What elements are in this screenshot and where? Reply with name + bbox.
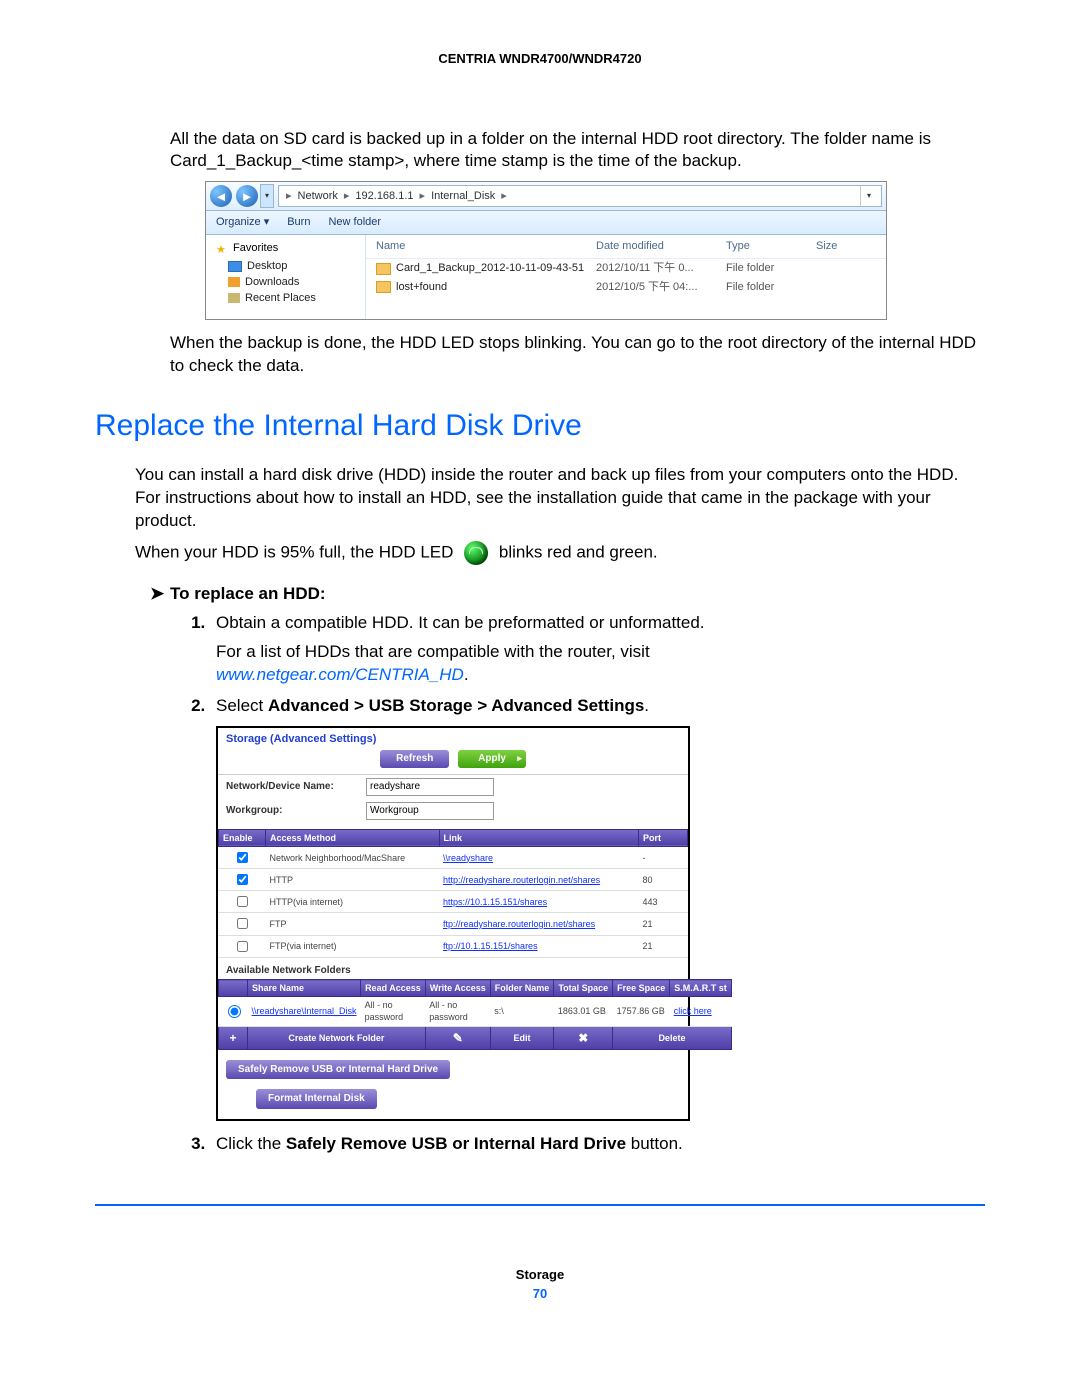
file-row[interactable]: Card_1_Backup_2012-10-11-09-43-51 2012/1…: [366, 259, 886, 278]
delete-icon[interactable]: ✖: [554, 1026, 613, 1049]
favorites-label: Favorites: [233, 241, 278, 256]
recent-icon: [228, 293, 240, 303]
edit-icon[interactable]: ✎: [425, 1026, 490, 1049]
page-header: CENTRIA WNDR4700/WNDR4720: [95, 50, 985, 68]
format-disk-button[interactable]: Format Internal Disk: [256, 1089, 377, 1109]
address-bar[interactable]: ▸ Network▸ 192.168.1.1▸ Internal_Disk▸ ▾: [278, 185, 882, 207]
table-row: FTP(via internet) ftp://10.1.15.151/shar…: [219, 935, 688, 957]
enable-checkbox[interactable]: [237, 918, 248, 929]
smart-link[interactable]: click here: [674, 1006, 712, 1016]
star-icon: ★: [216, 243, 229, 255]
access-methods-table: Enable Access Method Link Port Network N…: [218, 829, 688, 958]
edit-button[interactable]: Edit: [490, 1026, 554, 1049]
organize-menu[interactable]: Organize ▾: [216, 215, 269, 230]
available-folders-title: Available Network Folders: [218, 958, 688, 980]
step-1: Obtain a compatible HDD. It can be prefo…: [210, 612, 985, 687]
hdd-led-icon: [464, 541, 488, 565]
desktop-icon: [228, 261, 242, 272]
breadcrumb[interactable]: Network: [298, 189, 338, 204]
page-number: 70: [95, 1285, 985, 1303]
create-folder-button[interactable]: Create Network Folder: [248, 1026, 426, 1049]
apply-button[interactable]: Apply: [458, 750, 526, 768]
section-heading: Replace the Internal Hard Disk Drive: [95, 406, 985, 447]
explorer-sidebar: ★ Favorites Desktop Downloads Recent Plac…: [206, 235, 366, 318]
router-settings-screenshot: Storage (Advanced Settings) Refresh Appl…: [216, 726, 690, 1121]
share-path-link[interactable]: \\readyshare\Internal_Disk: [252, 1006, 357, 1016]
devname-input[interactable]: [366, 778, 494, 796]
footer-title: Storage: [95, 1266, 985, 1284]
col-name[interactable]: Name: [376, 239, 596, 254]
share-link[interactable]: http://readyshare.routerlogin.net/shares: [443, 875, 600, 885]
safely-remove-button[interactable]: Safely Remove USB or Internal Hard Drive: [226, 1060, 450, 1080]
forward-button[interactable]: ►: [236, 185, 258, 207]
file-columns: Name Date modified Type Size: [366, 235, 886, 259]
refresh-button[interactable]: Refresh: [380, 750, 449, 768]
col-link: Link: [439, 829, 639, 846]
led-line: When your HDD is 95% full, the HDD LED b…: [95, 541, 985, 565]
compat-link[interactable]: www.netgear.com/CENTRIA_HD: [216, 665, 464, 684]
panel-title: Storage (Advanced Settings): [218, 728, 688, 749]
body-paragraph: You can install a hard disk drive (HDD) …: [95, 464, 985, 533]
address-dropdown-icon[interactable]: ▾: [860, 186, 877, 206]
step-2: Select Advanced > USB Storage > Advanced…: [210, 695, 985, 1121]
file-row[interactable]: lost+found 2012/10/5 下午 04:... File fold…: [366, 278, 886, 297]
share-link[interactable]: ftp://10.1.15.151/shares: [443, 941, 538, 951]
folder-row: \\readyshare\Internal_Disk All - no pass…: [219, 997, 732, 1026]
share-link[interactable]: https://10.1.15.151/shares: [443, 897, 547, 907]
col-size[interactable]: Size: [816, 239, 876, 254]
table-row: Network Neighborhood/MacShare \\readysha…: [219, 847, 688, 869]
sidebar-item-downloads[interactable]: Downloads: [228, 275, 361, 290]
sidebar-item-desktop[interactable]: Desktop: [228, 259, 361, 274]
table-row: FTP ftp://readyshare.routerlogin.net/sha…: [219, 913, 688, 935]
task-heading: ➤To replace an HDD:: [95, 583, 985, 606]
col-type[interactable]: Type: [726, 239, 816, 254]
burn-button[interactable]: Burn: [287, 215, 310, 230]
body-paragraph: When the backup is done, the HDD LED sto…: [95, 332, 985, 378]
folder-radio[interactable]: [228, 1005, 241, 1018]
back-button[interactable]: ◄: [210, 185, 232, 207]
enable-checkbox[interactable]: [237, 874, 248, 885]
folders-table: Share Name Read Access Write Access Fold…: [218, 979, 732, 1050]
table-row: HTTP(via internet) https://10.1.15.151/s…: [219, 891, 688, 913]
downloads-icon: [228, 277, 240, 287]
sidebar-item-recent[interactable]: Recent Places: [228, 291, 361, 306]
col-method: Access Method: [266, 829, 440, 846]
step-3: Click the Safely Remove USB or Internal …: [210, 1133, 985, 1156]
enable-checkbox[interactable]: [237, 941, 248, 952]
enable-checkbox[interactable]: [237, 896, 248, 907]
enable-checkbox[interactable]: [237, 852, 248, 863]
intro-paragraph: All the data on SD card is backed up in …: [95, 128, 985, 174]
workgroup-label: Workgroup:: [226, 804, 366, 818]
nav-history-dropdown[interactable]: ▾: [260, 184, 274, 208]
table-row: HTTP http://readyshare.routerlogin.net/s…: [219, 869, 688, 891]
col-enable: Enable: [219, 829, 266, 846]
footer-rule: [95, 1204, 985, 1206]
devname-label: Network/Device Name:: [226, 780, 366, 794]
share-link[interactable]: \\readyshare: [443, 853, 493, 863]
arrow-icon: ➤: [150, 583, 164, 606]
folder-icon: [376, 281, 391, 293]
col-port: Port: [639, 829, 688, 846]
breadcrumb[interactable]: Internal_Disk: [431, 189, 495, 204]
share-link[interactable]: ftp://readyshare.routerlogin.net/shares: [443, 919, 595, 929]
breadcrumb[interactable]: 192.168.1.1: [355, 189, 413, 204]
workgroup-input[interactable]: [366, 802, 494, 820]
col-date[interactable]: Date modified: [596, 239, 726, 254]
add-icon[interactable]: +: [219, 1026, 248, 1049]
folder-icon: [376, 263, 391, 275]
new-folder-button[interactable]: New folder: [328, 215, 381, 230]
delete-button[interactable]: Delete: [613, 1026, 732, 1049]
explorer-window: ◄ ► ▾ ▸ Network▸ 192.168.1.1▸ Internal_D…: [205, 181, 887, 319]
